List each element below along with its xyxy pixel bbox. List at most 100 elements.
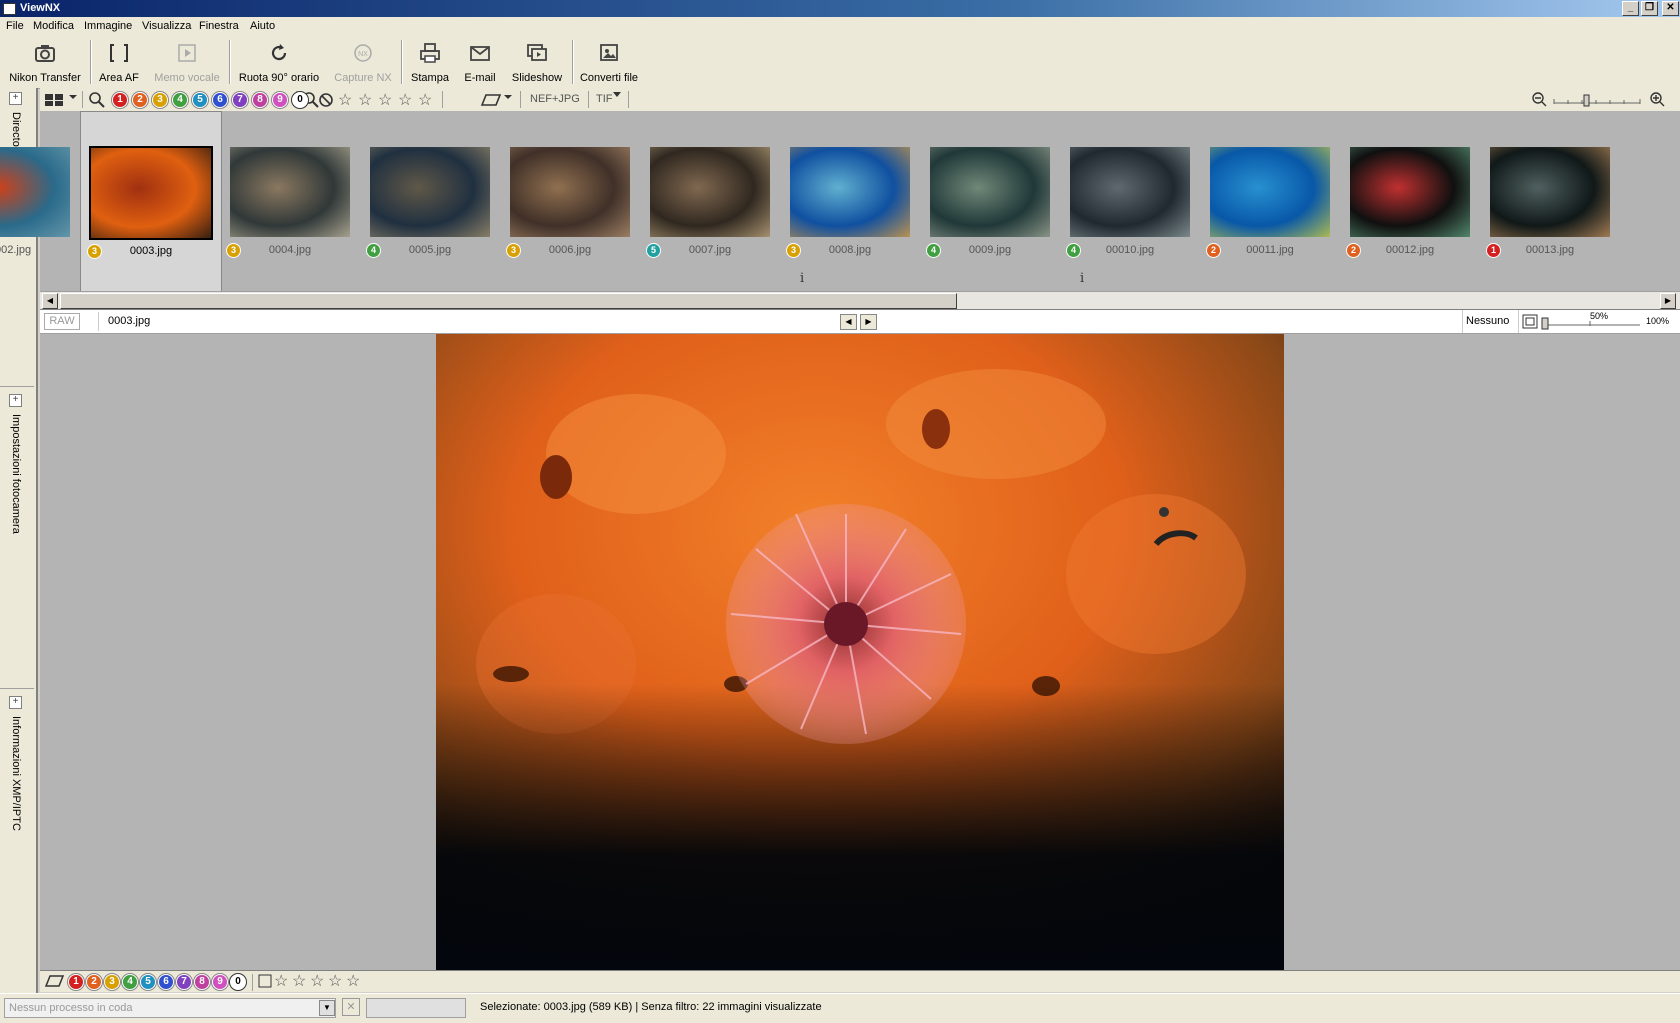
label-filter-9[interactable]: 9 [272,92,288,108]
restore-button[interactable]: ❐ [1641,1,1658,16]
area-af-button[interactable]: Area AF [94,38,144,86]
thumbnail-image[interactable] [89,146,213,240]
cancel-process-icon[interactable]: ✕ [342,998,360,1016]
label-filter-5[interactable]: 5 [192,92,208,108]
label-filter-8[interactable]: 8 [252,92,268,108]
scroll-left-icon[interactable]: ◀ [42,293,58,309]
thumbnail-item[interactable]: 4 0009.jpg [920,111,1060,291]
thumbnail-image[interactable] [230,147,350,237]
view-mode-icon[interactable] [44,91,78,107]
expand-camera-settings-icon[interactable]: + [9,394,22,407]
print-button[interactable]: Stampa [406,38,454,86]
next-image-icon[interactable]: ▶ [860,314,877,330]
apply-star-3[interactable]: ☆ [310,971,324,991]
email-button[interactable]: E-mail [458,38,502,86]
label-filter-2[interactable]: 2 [132,92,148,108]
scroll-right-icon[interactable]: ▶ [1660,293,1676,309]
thumbnail-item[interactable]: 4 0005.jpg [360,111,500,291]
apply-label-5[interactable]: 5 [140,974,156,990]
thumbnail-item[interactable]: 1 00013.jpg [1480,111,1620,291]
thumbnail-image[interactable] [510,147,630,237]
fit-to-screen-icon[interactable] [1522,314,1538,329]
menu-modifica[interactable]: Modifica [33,20,74,32]
label-filter-7[interactable]: 7 [232,92,248,108]
nef-jpg-filter[interactable]: NEF+JPG [530,93,580,105]
process-queue-select[interactable]: Nessun processo in coda ▼ [4,998,336,1018]
apply-label-7[interactable]: 7 [176,974,192,990]
apply-label-6[interactable]: 6 [158,974,174,990]
zoom-slider[interactable] [1540,316,1644,330]
star-filter-4[interactable]: ☆ [398,90,412,110]
star-filter-3[interactable]: ☆ [378,90,392,110]
close-button[interactable]: ✕ [1662,1,1679,16]
menu-finestra[interactable]: Finestra [199,20,239,32]
rating-tool-icon[interactable] [258,974,272,988]
thumbnail-scrollbar[interactable]: ◀ ▶ [40,291,1680,310]
label-filter-4[interactable]: 4 [172,92,188,108]
thumbnail-image[interactable] [1350,147,1470,237]
label-filter-1[interactable]: 1 [112,92,128,108]
rotate-button[interactable]: Ruota 90° orario [236,38,322,86]
expand-directory-icon[interactable]: + [9,92,22,105]
star-filter-1[interactable]: ☆ [338,90,352,110]
thumbnail-item[interactable]: 3 0006.jpg [500,111,640,291]
thumbnail-item[interactable]: 5 0007.jpg [640,111,780,291]
apply-label-9[interactable]: 9 [212,974,228,990]
capture-nx-button[interactable]: NX Capture NX [330,38,396,86]
star-filter-2[interactable]: ☆ [358,90,372,110]
label-filter-3[interactable]: 3 [152,92,168,108]
label-tool-icon[interactable] [44,973,64,989]
label-tool-icon[interactable] [480,91,514,108]
thumbnail-size-slider[interactable] [1532,91,1672,108]
nikon-transfer-button[interactable]: Nikon Transfer [4,38,86,86]
apply-star-4[interactable]: ☆ [328,971,342,991]
label-filter-0[interactable]: 0 [292,92,308,108]
thumbnail-image[interactable] [1490,147,1610,237]
panel-camera-settings[interactable]: Impostazioni fotocamera [10,414,22,534]
selected-photo[interactable] [436,334,1284,970]
thumbnail-item[interactable]: 2 00012.jpg [1340,111,1480,291]
slideshow-button[interactable]: Slideshow [506,38,568,86]
menu-immagine[interactable]: Immagine [84,20,132,32]
info-icon[interactable]: i [1080,271,1084,286]
apply-label-4[interactable]: 4 [122,974,138,990]
thumbnail-image[interactable] [650,147,770,237]
label-filter-6[interactable]: 6 [212,92,228,108]
convert-files-button[interactable]: Converti file [576,38,642,86]
thumbnail-image[interactable] [930,147,1050,237]
menu-visualizza[interactable]: Visualizza [142,20,191,32]
expand-xmp-iptc-icon[interactable]: + [9,696,22,709]
apply-label-8[interactable]: 8 [194,974,210,990]
chevron-down-icon[interactable]: ▼ [319,1000,335,1016]
thumbnail-image[interactable] [790,147,910,237]
thumbnail-item[interactable]: 4 00010.jpg i [1060,111,1200,291]
thumbnail-item[interactable]: 3 0004.jpg [220,111,360,291]
apply-star-5[interactable]: ☆ [346,971,360,991]
thumbnail-image[interactable] [1210,147,1330,237]
thumbnail-item[interactable]: 3 0003.jpg [80,111,222,293]
filter-dropdown[interactable]: Nessuno [1466,315,1509,327]
apply-star-1[interactable]: ☆ [274,971,288,991]
raw-toggle[interactable]: RAW [44,313,80,330]
panel-xmp-iptc[interactable]: Informazioni XMP/IPTC [10,716,22,831]
thumbnail-image[interactable] [370,147,490,237]
minimize-button[interactable]: _ [1622,1,1639,16]
apply-star-2[interactable]: ☆ [292,971,306,991]
apply-label-3[interactable]: 3 [104,974,120,990]
thumbnail-item[interactable]: 0002.jpgi [0,111,80,291]
apply-label-0[interactable]: 0 [230,974,246,990]
thumbnail-item[interactable]: 3 0008.jpg i [780,111,920,291]
memo-vocale-button[interactable]: Memo vocale [152,38,222,86]
thumbnail-image[interactable] [1070,147,1190,237]
info-icon[interactable]: i [800,271,804,286]
thumbnail-image[interactable] [0,147,70,237]
menu-aiuto[interactable]: Aiuto [250,20,275,32]
tif-filter[interactable]: TIF [596,93,613,105]
scrollbar-thumb[interactable] [60,293,957,309]
label-filter-icon[interactable] [88,91,106,108]
apply-label-2[interactable]: 2 [86,974,102,990]
menu-file[interactable]: File [6,20,24,32]
star-filter-5[interactable]: ☆ [418,90,432,110]
thumbnail-item[interactable]: 2 00011.jpg [1200,111,1340,291]
apply-label-1[interactable]: 1 [68,974,84,990]
